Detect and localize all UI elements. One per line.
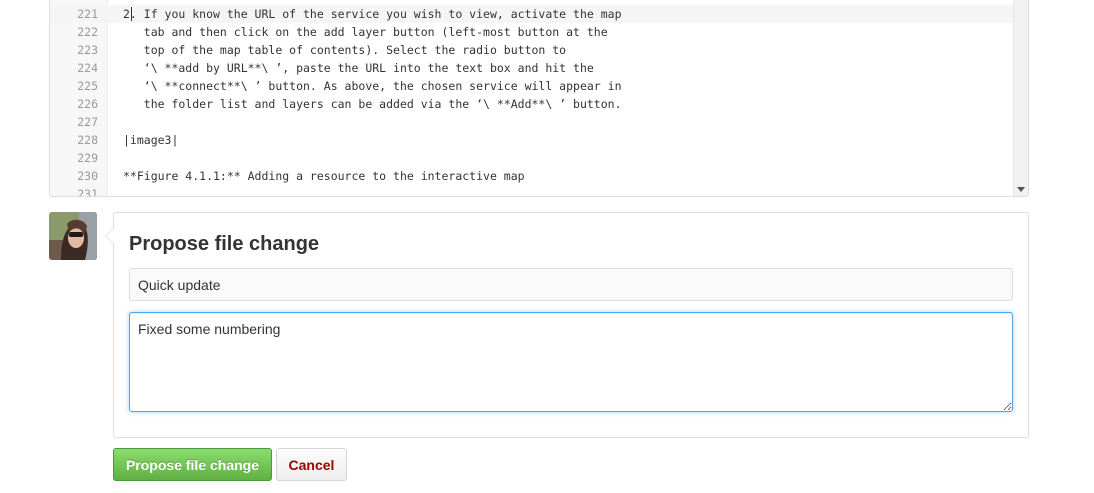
panel-pointer-fill: [106, 228, 114, 244]
commit-description-textarea[interactable]: Fixed some numbering: [129, 312, 1013, 412]
line-text[interactable]: 2. If you know the URL of the service yo…: [123, 5, 622, 23]
cancel-button[interactable]: Cancel: [276, 448, 347, 481]
text-cursor: [131, 7, 132, 21]
line-text[interactable]: |image3|: [123, 131, 178, 149]
line-text[interactable]: the folder list and layers can be added …: [123, 95, 622, 113]
line-number: 221: [77, 7, 98, 21]
editor-line[interactable]: 227: [50, 113, 1014, 131]
editor-line[interactable]: 221 2. If you know the URL of the servic…: [50, 5, 1014, 23]
line-text[interactable]: tab and then click on the add layer butt…: [123, 23, 608, 41]
line-text[interactable]: **Figure 4.1.1:** Adding a resource to t…: [123, 167, 525, 185]
line-number: 225: [77, 79, 98, 93]
editor-line[interactable]: 229: [50, 149, 1014, 167]
line-number: 228: [77, 133, 98, 147]
line-number: 229: [77, 151, 98, 165]
editor-line[interactable]: 226 the folder list and layers can be ad…: [50, 95, 1014, 113]
scroll-down-arrow-icon[interactable]: [1017, 187, 1025, 192]
line-number: 222: [77, 25, 98, 39]
line-number: 223: [77, 43, 98, 57]
line-text[interactable]: top of the map table of contents). Selec…: [123, 41, 566, 59]
editor-line[interactable]: 223 top of the map table of contents). S…: [50, 41, 1014, 59]
line-number: 226: [77, 97, 98, 111]
avatar: [49, 212, 97, 260]
line-number: 224: [77, 61, 98, 75]
line-text[interactable]: ‘\ **connect**\ ’ button. As above, the …: [123, 77, 622, 95]
editor-line[interactable]: 228 |image3|: [50, 131, 1014, 149]
propose-change-panel: Propose file change Fixed some numbering: [105, 212, 1029, 438]
editor-lines[interactable]: 221 2. If you know the URL of the servic…: [50, 5, 1014, 197]
editor-line[interactable]: 231: [50, 185, 1014, 197]
editor-line[interactable]: 222 tab and then click on the add layer …: [50, 23, 1014, 41]
avatar-image: [49, 212, 97, 260]
editor-line[interactable]: 225 ‘\ **connect**\ ’ button. As above, …: [50, 77, 1014, 95]
editor-scrollbar[interactable]: [1013, 0, 1028, 196]
line-number: 231: [77, 187, 98, 197]
line-number: 230: [77, 169, 98, 183]
editor-line[interactable]: 230 **Figure 4.1.1:** Adding a resource …: [50, 167, 1014, 185]
commit-summary-input[interactable]: [129, 268, 1013, 301]
editor-line[interactable]: 224 ‘\ **add by URL**\ ’, paste the URL …: [50, 59, 1014, 77]
code-editor[interactable]: 221 2. If you know the URL of the servic…: [49, 0, 1029, 197]
line-number: 227: [77, 115, 98, 129]
propose-title: Propose file change: [129, 233, 320, 255]
propose-file-change-button[interactable]: Propose file change: [113, 448, 272, 481]
line-text[interactable]: ‘\ **add by URL**\ ’, paste the URL into…: [123, 59, 594, 77]
